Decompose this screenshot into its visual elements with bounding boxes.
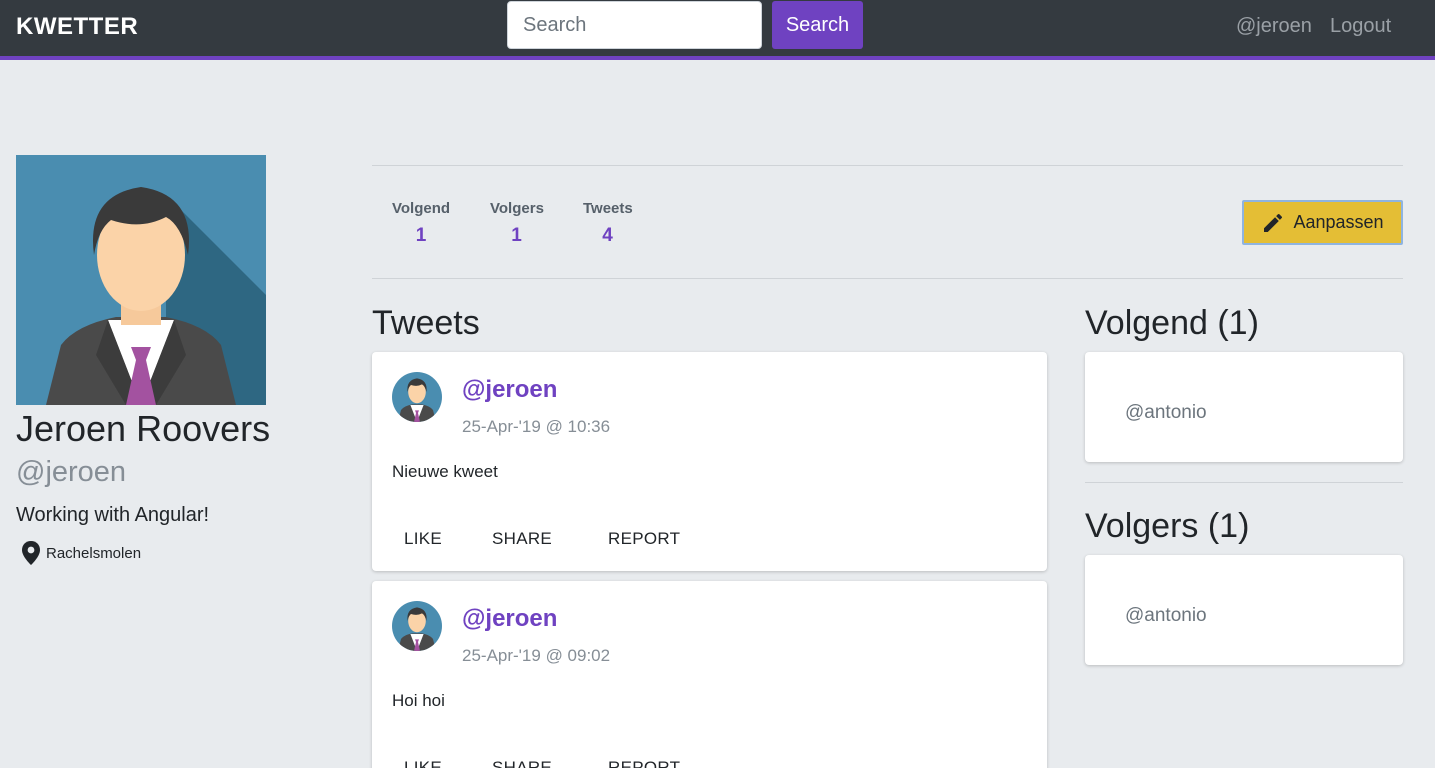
profile-name: Jeroen Roovers	[16, 408, 271, 449]
profile-bio: Working with Angular!	[16, 504, 210, 526]
divider	[372, 165, 1403, 166]
stat-value: 4	[602, 225, 613, 246]
stat-tweets[interactable]: Tweets 4	[583, 200, 633, 247]
stat-label: Volgers	[490, 200, 544, 217]
tweet-username[interactable]: @jeroen	[462, 605, 557, 633]
profile-avatar	[16, 155, 266, 405]
stat-value: 1	[511, 225, 522, 246]
stat-following[interactable]: Volgend 1	[392, 200, 450, 247]
nav-user-link[interactable]: @jeroen	[1236, 15, 1312, 38]
edit-button-label: Aanpassen	[1293, 212, 1384, 232]
like-button[interactable]: LIKE	[404, 758, 442, 768]
pencil-icon	[1264, 213, 1283, 232]
tweet-text: Nieuwe kweet	[392, 462, 498, 481]
search-input[interactable]	[507, 1, 762, 49]
follower-user-link[interactable]: @antonio	[1125, 605, 1207, 627]
location-label: Rachelsmolen	[46, 544, 142, 562]
tweet-card: @jeroen 25-Apr-'19 @ 09:02 Hoi hoi LIKE …	[372, 581, 1047, 768]
followers-title: Volgers (1)	[1085, 507, 1250, 545]
stat-label: Tweets	[583, 200, 633, 217]
navbar: KWETTER Search @jeroen Logout	[0, 0, 1435, 60]
tweets-title: Tweets	[372, 304, 480, 342]
tweet-avatar	[392, 372, 442, 422]
stat-label: Volgend	[392, 200, 451, 217]
logout-link[interactable]: Logout	[1330, 15, 1391, 38]
report-button[interactable]: REPORT	[608, 529, 680, 549]
stat-followers[interactable]: Volgers 1	[490, 200, 544, 247]
search-button[interactable]: Search	[772, 1, 863, 49]
tweet-avatar	[392, 601, 442, 651]
share-button[interactable]: SHARE	[492, 758, 552, 768]
following-title: Volgend (1)	[1085, 304, 1259, 342]
profile-location: Rachelsmolen	[22, 541, 141, 565]
following-user-link[interactable]: @antonio	[1125, 402, 1207, 424]
divider	[372, 278, 1403, 279]
report-button[interactable]: REPORT	[608, 758, 680, 768]
following-card: @antonio	[1085, 352, 1403, 462]
location-pin-icon	[22, 541, 40, 565]
like-button[interactable]: LIKE	[404, 529, 442, 549]
tweet-text: Hoi hoi	[392, 691, 445, 710]
tweet-card: @jeroen 25-Apr-'19 @ 10:36 Nieuwe kweet …	[372, 352, 1047, 571]
profile-handle: @jeroen	[16, 456, 127, 488]
edit-profile-button[interactable]: Aanpassen	[1242, 200, 1403, 245]
tweet-date: 25-Apr-'19 @ 09:02	[462, 646, 611, 665]
followers-card: @antonio	[1085, 555, 1403, 665]
brand-logo[interactable]: KWETTER	[16, 13, 138, 41]
share-button[interactable]: SHARE	[492, 529, 552, 549]
tweet-username[interactable]: @jeroen	[462, 376, 557, 404]
stat-value: 1	[415, 225, 427, 246]
tweet-date: 25-Apr-'19 @ 10:36	[462, 417, 611, 436]
divider	[1085, 482, 1403, 483]
